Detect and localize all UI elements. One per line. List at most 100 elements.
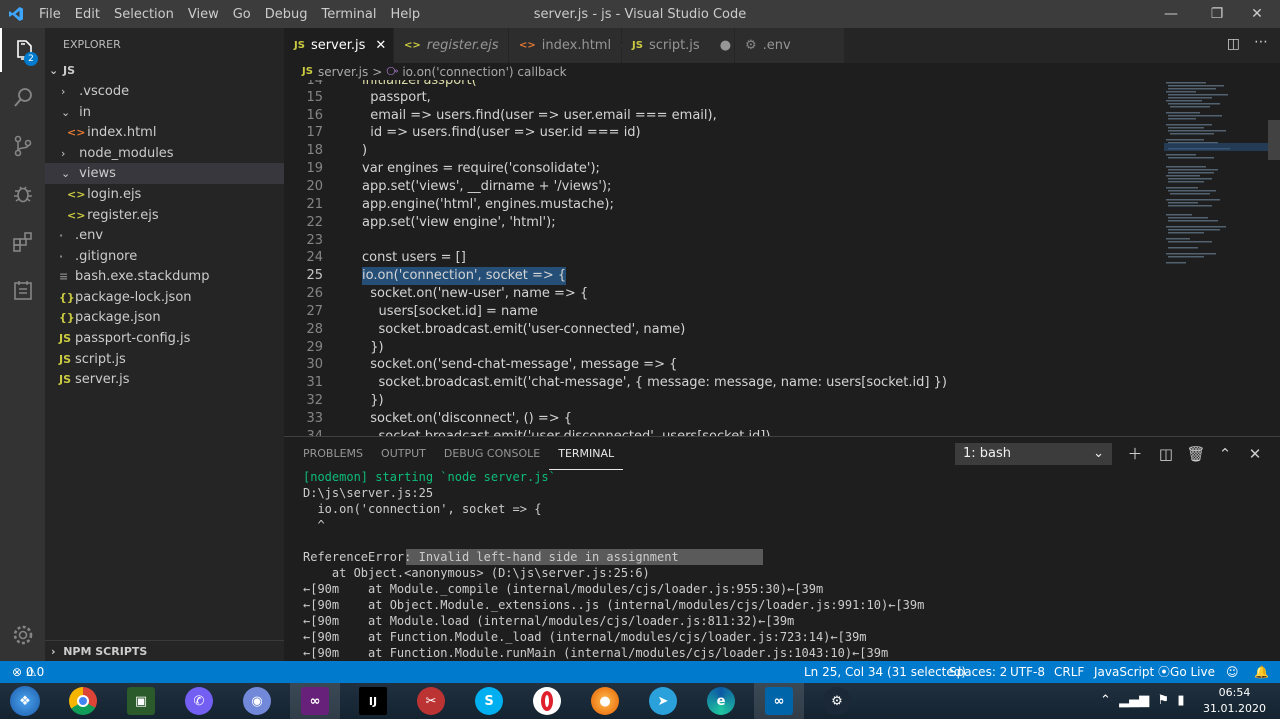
- system-tray[interactable]: ⌃ ▂▄▆ ⚑ ▮: [1100, 693, 1185, 708]
- terminal-line: io.on('connection', socket => {: [303, 502, 542, 516]
- go-live-button[interactable]: ⦿ Go Live: [1158, 661, 1215, 683]
- breadcrumb-symbol[interactable]: io.on('connection') callback: [402, 65, 566, 79]
- code-editor[interactable]: 14 initializePassport( 15 passport, 16 em…: [284, 80, 1164, 436]
- terminal-line: at Object.<anonymous> (D:\js\server.js:2…: [303, 566, 650, 580]
- code-text: passport,: [362, 90, 431, 105]
- intellij-icon[interactable]: IJ: [348, 683, 398, 719]
- tree-item-node-modules[interactable]: › node_modules: [45, 143, 284, 164]
- root-folder-js[interactable]: ⌄ JS: [45, 60, 284, 81]
- skype-icon[interactable]: S: [464, 683, 514, 719]
- tree-item-views[interactable]: ⌄ views: [45, 163, 284, 184]
- telegram-icon[interactable]: ➤: [638, 683, 688, 719]
- more-actions-icon[interactable]: ⋯: [1254, 34, 1268, 50]
- chrome-icon[interactable]: [58, 683, 108, 719]
- menu-debug[interactable]: Debug: [258, 7, 315, 22]
- problems-status[interactable]: ⊗ 0 ⚠ 0: [12, 661, 44, 683]
- tree-item-server-js[interactable]: JS server.js: [45, 369, 284, 390]
- visual-studio-icon[interactable]: ∞: [290, 683, 340, 719]
- trash-icon[interactable]: 🗑: [1185, 443, 1207, 465]
- tab-debug-console[interactable]: DEBUG CONSOLE: [435, 437, 549, 470]
- terminal-select[interactable]: 1: bash ⌄: [955, 443, 1112, 465]
- tree-item-passport-config[interactable]: JS passport-config.js: [45, 328, 284, 349]
- code-line: 30 socket.on('send-chat-message', messag…: [284, 356, 1164, 374]
- tree-item-package-lock[interactable]: {}package-lock.json: [45, 287, 284, 308]
- tab-server-js[interactable]: JS server.js ✕: [284, 28, 394, 63]
- menu-help[interactable]: Help: [383, 7, 427, 22]
- tree-item-package-json[interactable]: {}package.json: [45, 307, 284, 328]
- extensions-icon[interactable]: [0, 220, 45, 264]
- code-text: socket.broadcast.emit('chat-message', { …: [362, 375, 947, 390]
- line-number: 33: [306, 411, 323, 426]
- debug-icon[interactable]: [0, 172, 45, 216]
- unsaved-dot-icon[interactable]: ●: [720, 38, 731, 53]
- tree-item-in[interactable]: ⌄ in: [45, 102, 284, 123]
- tree-item-script-js[interactable]: JS script.js: [45, 349, 284, 370]
- file-icon: ≡: [59, 270, 69, 283]
- code-line: 21 app.engine('html', engines.mustache);: [284, 196, 1164, 214]
- notifications-bell-icon[interactable]: 🔔: [1254, 661, 1269, 683]
- chevron-down-icon: ⌄: [61, 106, 71, 119]
- language-status[interactable]: JavaScript: [1094, 661, 1154, 683]
- close-panel-icon[interactable]: ✕: [1244, 443, 1266, 465]
- indentation-status[interactable]: Spaces: 2: [949, 661, 1007, 683]
- feedback-icon[interactable]: ☺: [1226, 661, 1239, 683]
- split-editor-icon[interactable]: ◫: [1227, 36, 1240, 52]
- opera-icon[interactable]: [522, 683, 572, 719]
- tree-item-vscode[interactable]: › .vscode: [45, 81, 284, 102]
- minimap[interactable]: [1164, 80, 1268, 436]
- edge-icon[interactable]: e: [696, 683, 746, 719]
- minimize-icon[interactable]: —: [1148, 0, 1194, 28]
- remote-explorer-icon[interactable]: [0, 268, 45, 312]
- terminal-app-icon[interactable]: ▣: [116, 683, 166, 719]
- split-terminal-icon[interactable]: ◫: [1155, 443, 1177, 465]
- cursor-position[interactable]: Ln 25, Col 34 (31 selected): [804, 661, 966, 683]
- viber-icon[interactable]: ✆: [174, 683, 224, 719]
- firefox-icon[interactable]: ●: [580, 683, 630, 719]
- source-control-icon[interactable]: [0, 124, 45, 168]
- chevron-up-icon: ⌃: [1100, 693, 1111, 708]
- code-text: }): [362, 340, 384, 355]
- line-number: 29: [306, 340, 323, 355]
- menu-view[interactable]: View: [181, 7, 226, 22]
- tree-item-env[interactable]: · .env: [45, 225, 284, 246]
- close-window-icon[interactable]: ✕: [1234, 0, 1280, 28]
- tab-label: register.ejs: [426, 38, 499, 53]
- editor-scrollbar[interactable]: [1268, 80, 1280, 436]
- menu-file[interactable]: File: [32, 7, 68, 22]
- explorer-icon[interactable]: 2: [0, 28, 45, 72]
- npm-scripts-section[interactable]: › NPM SCRIPTS: [45, 640, 284, 661]
- search-icon[interactable]: [0, 76, 45, 120]
- tree-item-register-ejs[interactable]: <> register.ejs: [45, 205, 284, 226]
- close-icon[interactable]: ✕: [375, 38, 386, 53]
- tab-problems[interactable]: PROBLEMS: [294, 437, 372, 470]
- tab-index-html[interactable]: <>index.html●: [509, 28, 632, 63]
- start-button-icon[interactable]: ❖: [0, 683, 50, 719]
- tree-item-stackdump[interactable]: ≡ bash.exe.stackdump: [45, 266, 284, 287]
- snipping-tool-icon[interactable]: ✂: [406, 683, 456, 719]
- settings-gear-icon[interactable]: [0, 613, 45, 657]
- eol-status[interactable]: CRLF: [1054, 661, 1084, 683]
- encoding-status[interactable]: UTF-8: [1010, 661, 1045, 683]
- scrollbar-thumb[interactable]: [1268, 120, 1280, 160]
- breadcrumb-file[interactable]: server.js: [318, 65, 368, 79]
- tree-item-login-ejs[interactable]: <> login.ejs: [45, 184, 284, 205]
- vscode-taskbar-icon[interactable]: ∞: [754, 683, 804, 719]
- clock[interactable]: 06:54 31.01.2020: [1203, 685, 1266, 717]
- tab-terminal[interactable]: TERMINAL: [549, 437, 624, 470]
- menu-edit[interactable]: Edit: [68, 7, 107, 22]
- tab-env[interactable]: ⚙ .env: [735, 28, 845, 63]
- steam-icon[interactable]: ⚙: [812, 683, 862, 719]
- new-terminal-icon[interactable]: ＋: [1124, 443, 1146, 465]
- tree-item-index-html[interactable]: <> index.html: [45, 122, 284, 143]
- menu-terminal[interactable]: Terminal: [315, 7, 384, 22]
- menu-go[interactable]: Go: [226, 7, 258, 22]
- code-line: 34 socket.broadcast.emit('user-disconnec…: [284, 428, 1164, 436]
- tab-output[interactable]: OUTPUT: [372, 437, 435, 470]
- discord-icon[interactable]: ◉: [232, 683, 282, 719]
- line-number: 15: [306, 90, 323, 105]
- tab-script-js[interactable]: JS script.js ●: [622, 28, 735, 63]
- tab-register-ejs[interactable]: <> register.ejs: [394, 28, 509, 63]
- maximize-panel-icon[interactable]: ⌃: [1214, 443, 1236, 465]
- menu-selection[interactable]: Selection: [107, 7, 181, 22]
- tree-item-gitignore[interactable]: · .gitignore: [45, 246, 284, 267]
